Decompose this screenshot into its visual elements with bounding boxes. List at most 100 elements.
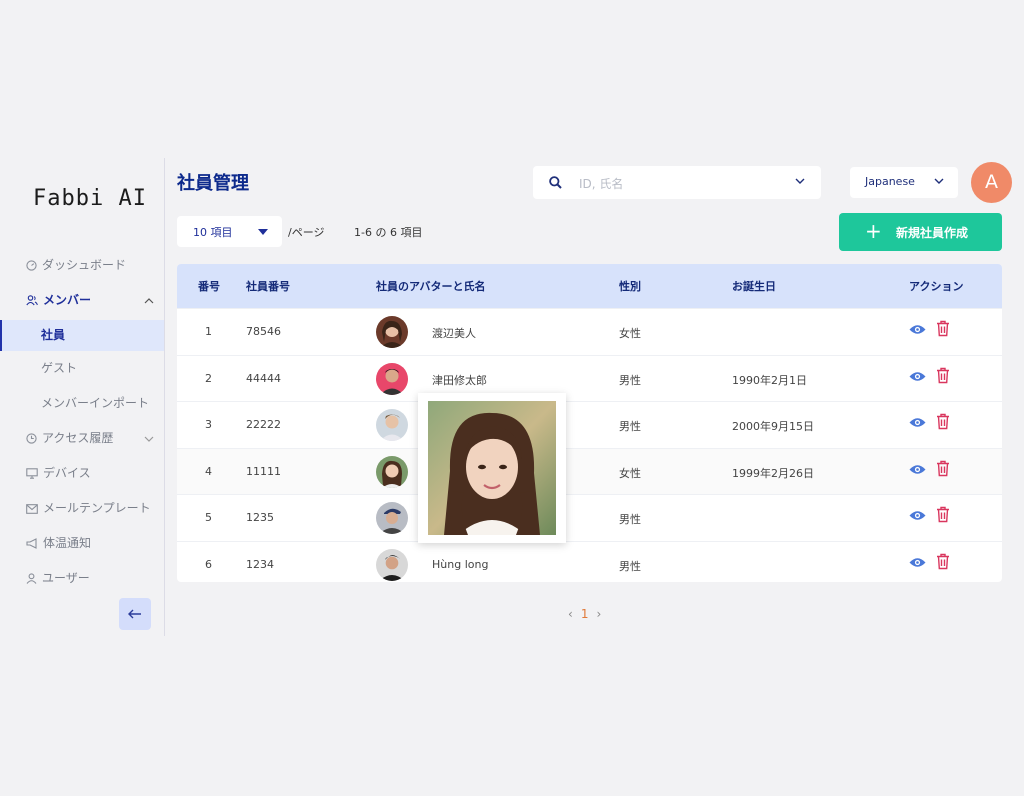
search-icon bbox=[549, 176, 562, 189]
table-row[interactable]: 5 1235 男性 bbox=[177, 494, 1002, 541]
dashboard-icon bbox=[26, 260, 37, 271]
page-size-select[interactable]: 10 項目 bbox=[177, 216, 282, 247]
page-title: 社員管理 bbox=[177, 173, 249, 194]
chevron-down-icon bbox=[795, 178, 805, 184]
row-employee-id: 22222 bbox=[246, 418, 281, 432]
user-icon bbox=[26, 573, 37, 584]
sidebar-item-label: ダッシュボード bbox=[42, 258, 127, 272]
eye-icon[interactable] bbox=[909, 557, 926, 568]
sidebar-item-label: メンバー bbox=[43, 293, 92, 307]
row-no: 5 bbox=[205, 511, 212, 525]
sidebar-item-label: ゲスト bbox=[41, 361, 78, 375]
sidebar-item-label: ユーザー bbox=[42, 571, 90, 585]
row-employee-id: 1234 bbox=[246, 557, 274, 571]
table-row[interactable]: 6 1234 Hùng long 男性 bbox=[177, 540, 1002, 582]
trash-icon[interactable] bbox=[936, 413, 950, 430]
employee-avatar[interactable] bbox=[376, 362, 408, 395]
sidebar-item-members[interactable]: メンバー bbox=[0, 283, 164, 318]
avatar-preview-image bbox=[428, 401, 556, 535]
pagination-current-page[interactable]: 1 bbox=[581, 607, 589, 621]
avatar-preview-popup bbox=[418, 393, 566, 543]
table-row[interactable]: 1 78546 渡辺美人 女性 bbox=[177, 308, 1002, 355]
employee-avatar[interactable] bbox=[376, 455, 408, 488]
col-avatar-name[interactable]: 社員のアバターと氏名 bbox=[376, 278, 486, 294]
search-placeholder: ID, 氏名 bbox=[579, 177, 624, 191]
sidebar-item-label: 体温通知 bbox=[43, 536, 92, 550]
row-name: Hùng long bbox=[432, 557, 489, 571]
table-row[interactable]: 2 44444 津田修太郎 男性 1990年2月1日 bbox=[177, 354, 1002, 402]
trash-icon[interactable] bbox=[936, 367, 950, 384]
row-birthday: 1999年2月26日 bbox=[732, 466, 814, 480]
language-value: Japanese bbox=[865, 175, 915, 188]
trash-icon[interactable] bbox=[936, 553, 950, 570]
megaphone-icon bbox=[26, 538, 37, 549]
col-no[interactable]: 番号 bbox=[198, 278, 220, 294]
employee-avatar[interactable] bbox=[376, 548, 408, 581]
pagination-next[interactable]: › bbox=[596, 607, 601, 621]
eye-icon[interactable] bbox=[909, 464, 926, 475]
create-employee-label: 新規社員作成 bbox=[896, 226, 969, 240]
sidebar-item-users[interactable]: ユーザー bbox=[0, 561, 164, 596]
employee-table: 番号 社員番号 社員のアバターと氏名 性別 お誕生日 アクション 1 78546… bbox=[177, 264, 1002, 582]
row-gender: 男性 bbox=[619, 513, 641, 527]
row-gender: 女性 bbox=[619, 466, 641, 480]
sidebar-item-label: メールテンプレート bbox=[43, 501, 151, 515]
row-gender: 男性 bbox=[619, 559, 641, 573]
eye-icon[interactable] bbox=[909, 417, 926, 428]
row-no: 1 bbox=[205, 325, 212, 338]
sidebar-item-dashboard[interactable]: ダッシュボード bbox=[0, 248, 164, 283]
row-no: 6 bbox=[205, 557, 212, 571]
create-employee-button[interactable]: + 新規社員作成 bbox=[839, 213, 1002, 251]
result-range: 1-6 の 6 項目 bbox=[354, 226, 423, 239]
sidebar-item-employees[interactable]: 社員 bbox=[0, 320, 164, 351]
sidebar-item-access-history[interactable]: アクセス履歴 bbox=[0, 421, 164, 456]
row-name: 津田修太郎 bbox=[432, 373, 487, 387]
sidebar-item-temperature[interactable]: 体温通知 bbox=[0, 526, 164, 561]
table-header: 番号 社員番号 社員のアバターと氏名 性別 お誕生日 アクション bbox=[177, 264, 1002, 308]
eye-icon[interactable] bbox=[909, 371, 926, 382]
row-gender: 男性 bbox=[619, 420, 641, 434]
sidebar-item-guests[interactable]: ゲスト bbox=[0, 351, 164, 386]
row-name: 渡辺美人 bbox=[432, 327, 476, 340]
sidebar-item-label: アクセス履歴 bbox=[42, 431, 114, 445]
table-row[interactable]: 4 11111 女性 1999年2月26日 bbox=[177, 447, 1002, 495]
row-no: 3 bbox=[205, 418, 212, 432]
members-icon bbox=[26, 295, 38, 306]
trash-icon[interactable] bbox=[936, 506, 950, 523]
sidebar-item-mail-templates[interactable]: メールテンプレート bbox=[0, 491, 164, 526]
app-logo: Fabbi AI bbox=[33, 186, 147, 211]
trash-icon[interactable] bbox=[936, 460, 950, 477]
eye-icon[interactable] bbox=[909, 510, 926, 521]
monitor-icon bbox=[26, 468, 38, 479]
sidebar-item-label: 社員 bbox=[41, 328, 66, 342]
col-birthday[interactable]: お誕生日 bbox=[732, 278, 776, 294]
sidebar-item-member-import[interactable]: メンバーインポート bbox=[0, 386, 164, 421]
row-employee-id: 78546 bbox=[246, 325, 281, 338]
language-select[interactable]: Japanese bbox=[850, 167, 958, 198]
eye-icon[interactable] bbox=[909, 324, 926, 335]
col-gender[interactable]: 性別 bbox=[619, 278, 641, 294]
chevron-down-icon bbox=[934, 178, 944, 184]
page-size-value: 10 項目 bbox=[193, 226, 233, 239]
row-employee-id: 44444 bbox=[246, 371, 281, 385]
search-input[interactable]: ID, 氏名 bbox=[533, 166, 821, 199]
sidebar-item-label: デバイス bbox=[43, 466, 91, 480]
user-avatar[interactable]: A bbox=[971, 162, 1012, 203]
trash-icon[interactable] bbox=[936, 320, 950, 337]
row-employee-id: 11111 bbox=[246, 464, 281, 478]
employee-avatar[interactable] bbox=[376, 409, 408, 442]
col-employee-id[interactable]: 社員番号 bbox=[246, 278, 290, 294]
arrow-left-icon bbox=[128, 609, 141, 619]
employee-avatar[interactable] bbox=[376, 316, 408, 348]
row-birthday: 2000年9月15日 bbox=[732, 420, 814, 434]
row-gender: 女性 bbox=[619, 327, 641, 340]
employee-avatar[interactable] bbox=[376, 502, 408, 535]
pagination-prev[interactable]: ‹ bbox=[568, 607, 573, 621]
sidebar-item-devices[interactable]: デバイス bbox=[0, 456, 164, 491]
row-no: 4 bbox=[205, 464, 212, 478]
chevron-up-icon bbox=[144, 298, 154, 304]
row-employee-id: 1235 bbox=[246, 511, 274, 525]
table-row[interactable]: 3 22222 男性 2000年9月15日 bbox=[177, 401, 1002, 448]
collapse-sidebar-button[interactable] bbox=[119, 598, 151, 630]
plus-icon: + bbox=[865, 219, 882, 243]
